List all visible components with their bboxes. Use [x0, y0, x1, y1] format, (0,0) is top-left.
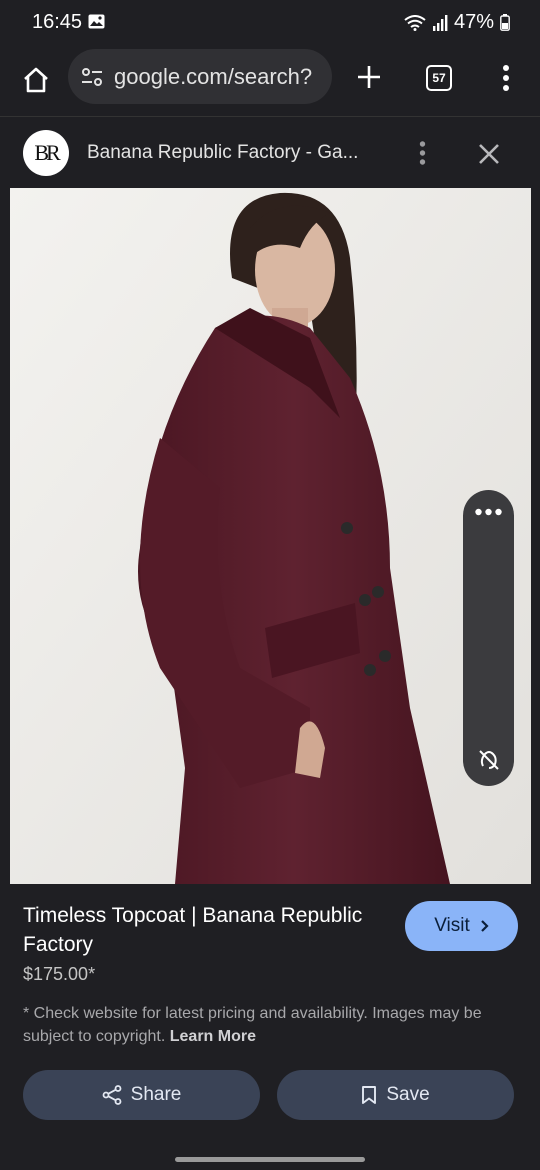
close-button[interactable] — [474, 139, 504, 169]
close-icon — [479, 144, 499, 164]
product-info-panel: Timeless Topcoat | Banana Republic Facto… — [0, 884, 540, 1170]
save-button[interactable]: Save — [277, 1070, 514, 1120]
sheet-more-button[interactable] — [412, 139, 432, 167]
chevron-right-icon — [481, 920, 489, 932]
visit-button[interactable]: Visit — [405, 901, 518, 951]
disclaimer-text: * Check website for latest pricing and a… — [23, 1002, 518, 1048]
tune-icon[interactable] — [80, 65, 104, 89]
more-vert-icon — [503, 65, 509, 91]
more-horiz-icon[interactable] — [475, 508, 502, 516]
gallery-icon — [88, 14, 105, 29]
save-label: Save — [386, 1084, 430, 1105]
status-time: 16:45 — [32, 11, 83, 33]
coat-photo — [10, 188, 531, 884]
browser-menu-button[interactable] — [488, 58, 524, 98]
bookmark-icon — [362, 1086, 377, 1104]
site-logo: BR — [23, 130, 69, 176]
plus-icon — [358, 66, 380, 88]
share-icon — [102, 1085, 122, 1105]
share-button[interactable]: Share — [23, 1070, 260, 1120]
address-bar[interactable]: google.com/search? — [68, 49, 332, 104]
image-viewer — [0, 188, 540, 1047]
learn-more-link[interactable]: Learn More — [170, 1028, 256, 1045]
status-bar: 16:45 47% — [0, 0, 540, 44]
share-label: Share — [130, 1084, 182, 1105]
site-title[interactable]: Banana Republic Factory - Ga... — [87, 142, 358, 164]
home-icon — [24, 67, 48, 93]
product-image[interactable] — [10, 188, 531, 884]
tab-switcher-button[interactable]: 57 — [426, 65, 452, 91]
battery-percent: 47% — [453, 11, 494, 33]
product-price: $175.00* — [23, 964, 96, 984]
more-vert-icon — [419, 141, 425, 165]
hide-icon[interactable] — [477, 748, 501, 772]
wifi-icon — [404, 14, 426, 31]
browser-toolbar: google.com/search? 57 — [0, 44, 540, 116]
signal-icon — [432, 14, 448, 31]
url-text[interactable]: google.com/search? — [114, 64, 312, 90]
new-tab-button[interactable] — [350, 58, 388, 96]
battery-icon — [500, 14, 510, 31]
floating-toolbar — [463, 490, 514, 786]
home-button[interactable] — [16, 60, 56, 100]
gesture-navigation-bar[interactable] — [175, 1157, 365, 1162]
product-title[interactable]: Timeless Topcoat | Banana Republic Facto… — [23, 901, 363, 959]
status-indicators: 47% — [404, 11, 510, 34]
visit-label: Visit — [434, 915, 470, 936]
result-sheet-header: BR Banana Republic Factory - Ga... — [0, 116, 540, 189]
